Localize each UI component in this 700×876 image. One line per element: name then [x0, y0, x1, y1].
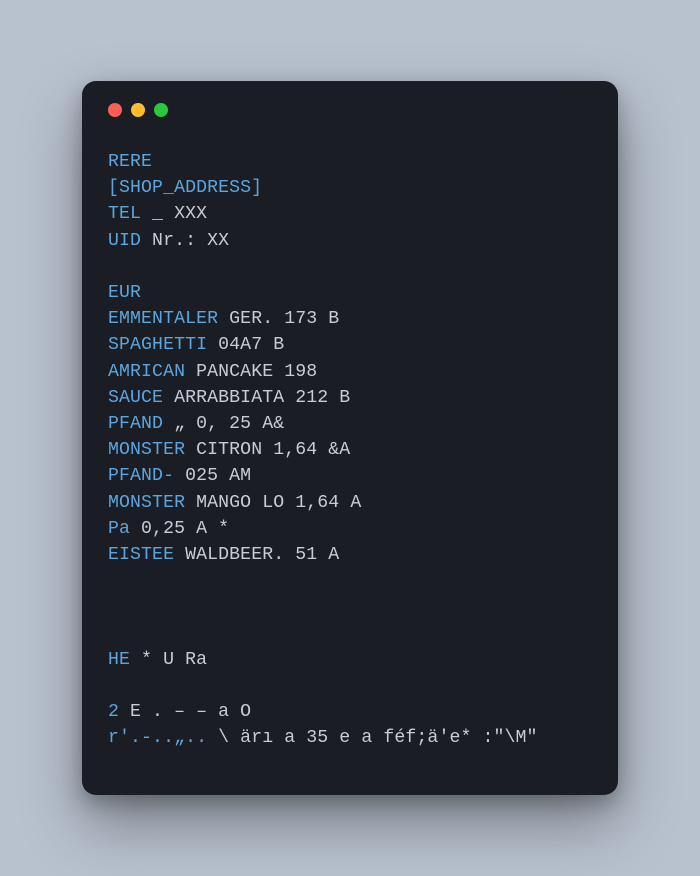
output-line: EUR: [108, 280, 592, 306]
output-line: [108, 673, 592, 699]
line-rest: „ 0, 25 A&: [163, 414, 284, 434]
line-key: UID: [108, 231, 141, 251]
output-line: EISTEE WALDBEER. 51 A: [108, 542, 592, 568]
output-line: HE * U Ra: [108, 647, 592, 673]
maximize-icon[interactable]: [154, 103, 168, 117]
line-rest: \ ärı a 35 e a féf;ä'e* :"\M": [207, 728, 537, 748]
line-rest: CITRON 1,64 &A: [185, 440, 350, 460]
line-key: [SHOP_ADDRESS]: [108, 178, 262, 198]
output-line: PFAND „ 0, 25 A&: [108, 411, 592, 437]
output-line: r'.-..„.. \ ärı a 35 e a féf;ä'e* :"\M": [108, 725, 592, 751]
line-key: 2: [108, 702, 119, 722]
close-icon[interactable]: [108, 103, 122, 117]
line-key: SAUCE: [108, 388, 163, 408]
output-line: SAUCE ARRABBIATA 212 B: [108, 385, 592, 411]
line-rest: 04A7 B: [207, 335, 284, 355]
line-key: AMRICAN: [108, 362, 185, 382]
output-line: 2 E . – – a O: [108, 699, 592, 725]
output-line: UID Nr.: XX: [108, 228, 592, 254]
line-key: MONSTER: [108, 440, 185, 460]
output-line: PFAND- 025 AM: [108, 463, 592, 489]
output-line: MONSTER MANGO LO 1,64 A: [108, 490, 592, 516]
minimize-icon[interactable]: [131, 103, 145, 117]
line-key: SPAGHETTI: [108, 335, 207, 355]
line-key: PFAND-: [108, 466, 174, 486]
line-key: EUR: [108, 283, 141, 303]
line-rest: PANCAKE 198: [185, 362, 317, 382]
output-line: RERE: [108, 149, 592, 175]
output-line: [108, 254, 592, 280]
output-line: MONSTER CITRON 1,64 &A: [108, 437, 592, 463]
output-line: [108, 621, 592, 647]
output-line: [SHOP_ADDRESS]: [108, 175, 592, 201]
line-rest: 0,25 A *: [130, 519, 229, 539]
output-line: AMRICAN PANCAKE 198: [108, 359, 592, 385]
line-rest: 025 AM: [174, 466, 251, 486]
output-line: SPAGHETTI 04A7 B: [108, 332, 592, 358]
line-rest: MANGO LO 1,64 A: [185, 493, 361, 513]
line-key: EISTEE: [108, 545, 174, 565]
output-line: EMMENTALER GER. 173 B: [108, 306, 592, 332]
line-rest: * U Ra: [130, 650, 207, 670]
output-line: [108, 568, 592, 594]
line-rest: E . – – a O: [119, 702, 251, 722]
titlebar: [108, 103, 592, 117]
output-line: TEL _ XXX: [108, 201, 592, 227]
line-key: HE: [108, 650, 130, 670]
terminal-content: RERE[SHOP_ADDRESS]TEL _ XXXUID Nr.: XX E…: [108, 149, 592, 752]
line-rest: ARRABBIATA 212 B: [163, 388, 350, 408]
line-key: TEL: [108, 204, 141, 224]
output-line: [108, 594, 592, 620]
line-key: r'.-..„..: [108, 728, 207, 748]
line-key: RERE: [108, 152, 152, 172]
output-line: Pa 0,25 A *: [108, 516, 592, 542]
terminal-window: RERE[SHOP_ADDRESS]TEL _ XXXUID Nr.: XX E…: [82, 81, 618, 795]
line-rest: GER. 173 B: [218, 309, 339, 329]
line-rest: _ XXX: [141, 204, 207, 224]
line-rest: Nr.: XX: [141, 231, 229, 251]
line-rest: WALDBEER. 51 A: [174, 545, 339, 565]
line-key: Pa: [108, 519, 130, 539]
line-key: EMMENTALER: [108, 309, 218, 329]
line-key: PFAND: [108, 414, 163, 434]
line-key: MONSTER: [108, 493, 185, 513]
